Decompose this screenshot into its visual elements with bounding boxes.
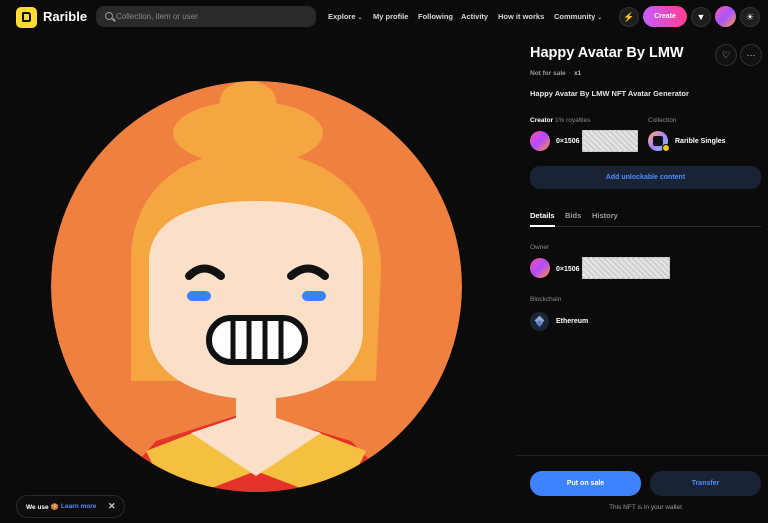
nav-following[interactable]: Following: [418, 12, 453, 21]
redacted-owner-address: [582, 257, 670, 279]
cookie-text: We use 🍪: [26, 504, 59, 511]
blockchain-name: Ethereum: [556, 318, 589, 325]
sun-icon: ☀: [745, 12, 755, 22]
collection-label: Collection: [648, 117, 677, 124]
rarible-logo[interactable]: [16, 7, 37, 28]
filter-icon: ▼: [696, 12, 706, 22]
nft-artwork[interactable]: [51, 81, 462, 492]
left-blush: [187, 291, 211, 301]
lightning-icon: ⚡: [623, 12, 635, 22]
brand-name[interactable]: Rarible: [43, 9, 87, 24]
collection-icon[interactable]: [648, 131, 670, 152]
more-options-button[interactable]: ···: [740, 44, 762, 66]
footer-divider: [516, 455, 768, 456]
item-title: Happy Avatar By LMW: [530, 45, 684, 61]
nav-how-it-works[interactable]: How it works: [498, 12, 544, 21]
chevron-down-icon: ⌄: [357, 15, 363, 21]
lightning-button[interactable]: ⚡: [619, 7, 639, 27]
face: [149, 201, 363, 399]
nav-community[interactable]: Community ⌄: [554, 12, 602, 21]
verified-icon: [662, 144, 670, 152]
learn-more-link[interactable]: Learn more: [61, 503, 96, 510]
mouth: [206, 315, 308, 365]
collection-name[interactable]: Rarible Singles: [675, 138, 726, 145]
tabs-divider: [530, 226, 761, 227]
item-description: Happy Avatar By LMW NFT Avatar Generator: [530, 89, 689, 98]
sale-status: Not for sale · x1: [530, 70, 582, 77]
like-button[interactable]: ♡: [715, 44, 737, 66]
owner-avatar[interactable]: [530, 258, 550, 278]
nav-activity[interactable]: Activity: [461, 12, 488, 21]
owner-address[interactable]: 0×1506: [556, 266, 580, 273]
transfer-button[interactable]: Transfer: [650, 471, 761, 496]
creator-avatar[interactable]: [530, 131, 550, 151]
nav-explore[interactable]: Explore ⌄: [328, 12, 363, 21]
right-blush: [302, 291, 326, 301]
tab-details[interactable]: Details: [530, 211, 555, 220]
filter-button[interactable]: ▼: [691, 7, 711, 27]
search-bar[interactable]: [96, 6, 316, 27]
nav-my-profile[interactable]: My profile: [373, 12, 408, 21]
create-button[interactable]: Create: [643, 6, 687, 27]
wallet-note: This NFT is in your wallet: [609, 504, 682, 511]
search-input[interactable]: [116, 6, 306, 27]
top-navigation: Rarible Explore⌄ My profile Following Ac…: [0, 0, 768, 34]
redacted-creator-address: [582, 130, 638, 152]
put-on-sale-button[interactable]: Put on sale: [530, 471, 641, 496]
creator-label: Creator 1% royalties: [530, 117, 591, 124]
active-tab-indicator: [530, 225, 555, 227]
theme-toggle-button[interactable]: ☀: [740, 7, 760, 27]
ethereum-icon: [530, 312, 549, 331]
blockchain-label: Blockchain: [530, 296, 562, 303]
owner-label: Owner: [530, 244, 550, 251]
more-icon: ···: [746, 50, 756, 60]
search-icon: [105, 12, 113, 20]
add-unlockable-content-button[interactable]: Add unlockable content: [530, 166, 761, 189]
heart-icon: ♡: [721, 50, 731, 60]
tab-history[interactable]: History: [592, 211, 618, 220]
tab-bids[interactable]: Bids: [565, 211, 581, 220]
profile-avatar[interactable]: [715, 6, 736, 27]
creator-address[interactable]: 0×1506: [556, 138, 580, 145]
cookie-banner: We use 🍪 Learn more ✕: [16, 495, 125, 518]
close-icon[interactable]: ✕: [108, 501, 116, 512]
chevron-down-icon: ⌄: [597, 15, 603, 21]
